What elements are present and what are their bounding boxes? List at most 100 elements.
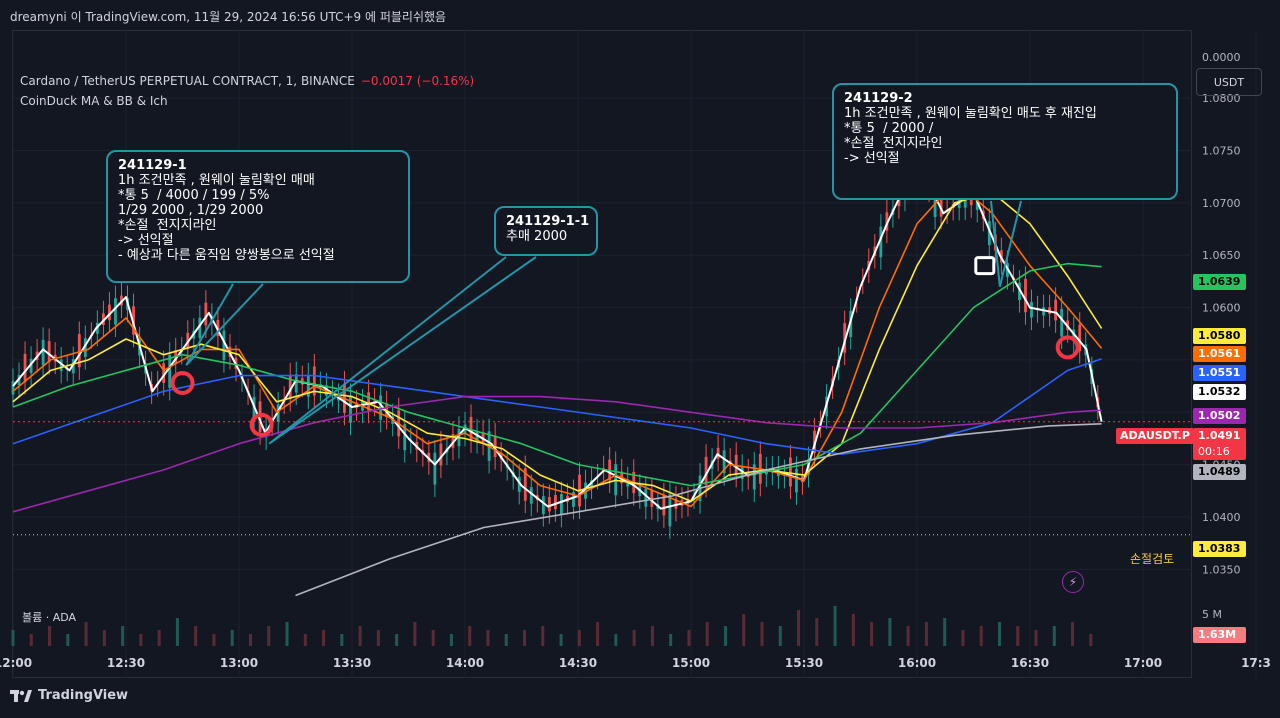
top-bar: dreamyni 이 TradingView.com, 11월 29, 2024…: [0, 0, 1280, 30]
volume-bar: [267, 626, 271, 646]
note-241129-1[interactable]: 241129-1 1h 조건만족 , 원웨이 눌림확인 매매 *통 5 / 40…: [106, 150, 410, 283]
x-tick-label: 17:3: [1241, 656, 1271, 670]
x-tick-label: 15:00: [672, 656, 710, 670]
volume-bar: [1071, 622, 1075, 646]
volume-bar: [303, 634, 307, 646]
volume-bar: [797, 610, 801, 646]
symbol-title[interactable]: Cardano / TetherUS PERPETUAL CONTRACT, 1…: [20, 74, 355, 88]
tradingview-icon: [10, 689, 32, 702]
volume-bar: [486, 630, 490, 646]
volume-bar: [559, 634, 563, 646]
note-3-line-4: -> 선익절: [844, 151, 900, 166]
volume-bar: [961, 630, 965, 646]
price-label-stop: 1.0383: [1193, 541, 1246, 557]
volume-bar: [29, 634, 33, 646]
volume-bar: [1016, 626, 1020, 646]
candle-body: [1030, 302, 1033, 318]
volume-label-last: 1.63M: [1193, 627, 1246, 643]
volume-bar: [723, 626, 727, 646]
candle-body: [795, 468, 798, 493]
y-tick-label: 1.0600: [1202, 302, 1241, 315]
note-1-line-2: *통 5 / 4000 / 199 / 5%: [118, 188, 270, 203]
price-label-blue: 1.0551: [1193, 365, 1246, 381]
note-3-line-0: 241129-2: [844, 91, 913, 106]
candle-body: [560, 494, 563, 515]
x-tick-label: 13:30: [333, 656, 371, 670]
volume-bar: [431, 630, 435, 646]
price-label-orange: 1.0561: [1193, 346, 1246, 362]
x-tick-label: 16:00: [898, 656, 936, 670]
symbol-header[interactable]: Cardano / TetherUS PERPETUAL CONTRACT, 1…: [20, 74, 474, 88]
volume-bar: [358, 626, 362, 646]
price-change: −0.0017 (−0.16%): [360, 74, 475, 88]
volume-bar: [1089, 634, 1093, 646]
note-1-line-5: -> 선익절: [118, 233, 174, 248]
volume-bar: [175, 618, 179, 646]
note-241129-1-1[interactable]: 241129-1-1 추매 2000: [494, 206, 598, 256]
x-tick-label: 13:00: [220, 656, 258, 670]
volume-bar: [66, 634, 70, 646]
volume-bar: [742, 614, 746, 646]
candle-body: [547, 497, 551, 512]
note-1-line-1: 1h 조건만족 , 원웨이 눌림확인 매매: [118, 173, 315, 188]
volume-title: 볼륨 · ADA: [22, 611, 77, 624]
volume-bar: [577, 630, 581, 646]
y-tick-label: 1.0750: [1202, 144, 1241, 157]
volume-scale: 5 M: [1202, 608, 1222, 621]
currency-button[interactable]: USDT: [1196, 68, 1262, 96]
volume-bar: [596, 622, 600, 646]
volume-bar: [924, 622, 928, 646]
volume-bar: [614, 634, 618, 646]
lightning-icon[interactable]: ⚡: [1062, 571, 1084, 593]
volume-bar: [504, 634, 508, 646]
note-2-line-1: 추매 2000: [506, 229, 568, 244]
volume-bar: [979, 626, 983, 646]
candle-body: [433, 452, 437, 485]
x-tick-label: 14:30: [559, 656, 597, 670]
last-price-label: 1.0491 00:16: [1193, 428, 1246, 460]
note-241129-2[interactable]: 241129-2 1h 조건만족 , 원웨이 눌림확인 매도 후 재진입 *통 …: [832, 83, 1178, 200]
price-label-green: 1.0639: [1193, 274, 1246, 290]
indicator-name[interactable]: CoinDuck MA & BB & Ich: [20, 94, 168, 108]
price-label-white: 1.0532: [1193, 384, 1246, 400]
y-tick-label: 1.0650: [1202, 249, 1241, 262]
note-pointer: [268, 256, 537, 445]
note-3-line-3: *손절 전지지라인: [844, 136, 943, 151]
x-tick-label: 12:00: [0, 656, 32, 670]
volume-bar: [340, 634, 344, 646]
candle-body: [294, 374, 298, 393]
volume-bar: [705, 622, 709, 646]
note-1-line-3: 1/29 2000 , 1/29 2000: [118, 203, 264, 218]
volume-bar: [139, 634, 143, 646]
volume-bar: [906, 626, 910, 646]
note-1-line-6: - 예상과 다른 움직임 양쌍봉으로 선익절: [118, 248, 335, 263]
volume-bar: [1034, 630, 1038, 646]
candle-body: [47, 341, 51, 363]
x-tick-label: 15:30: [785, 656, 823, 670]
volume-bar: [468, 626, 472, 646]
volume-bar: [778, 626, 782, 646]
note-2-line-0: 241129-1-1: [506, 214, 590, 229]
volume-bar: [669, 634, 673, 646]
note-1-line-0: 241129-1: [118, 158, 187, 173]
volume-bar: [376, 630, 380, 646]
note-3-line-2: *통 5 / 2000 /: [844, 121, 934, 136]
volume-bar: [815, 618, 819, 646]
price-label-gray: 1.0489: [1193, 464, 1246, 480]
x-tick-label: 12:30: [107, 656, 145, 670]
candle-body: [41, 339, 45, 366]
candle-body: [114, 298, 117, 325]
footer: [0, 678, 1280, 718]
volume-bar: [395, 634, 399, 646]
volume-bar: [121, 626, 125, 646]
volume-bar: [541, 626, 545, 646]
y-tick-label: 0.0000: [1202, 51, 1241, 64]
volume-bar: [760, 622, 764, 646]
x-tick-label: 17:00: [1124, 656, 1162, 670]
series-line-5: [12, 395, 1102, 513]
candle-body: [668, 494, 672, 527]
tradingview-logo[interactable]: TradingView: [10, 688, 128, 703]
volume-bar: [449, 634, 453, 646]
y-tick-label: 1.0700: [1202, 197, 1241, 210]
volume-bar: [230, 630, 234, 646]
